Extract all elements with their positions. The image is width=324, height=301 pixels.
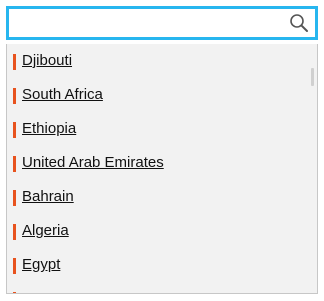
list-item-label[interactable]: Algeria	[22, 222, 69, 239]
item-marker	[13, 190, 16, 206]
item-marker	[13, 224, 16, 240]
item-marker	[13, 54, 16, 70]
list-item-label[interactable]: Egypt	[22, 256, 60, 273]
item-marker	[13, 122, 16, 138]
list-item[interactable]: Djibouti	[13, 50, 303, 74]
item-marker	[13, 156, 16, 172]
item-marker	[13, 88, 16, 104]
list-item[interactable]	[13, 288, 303, 293]
item-marker	[13, 292, 16, 293]
item-marker	[13, 258, 16, 274]
list-item[interactable]: Egypt	[13, 254, 303, 278]
list-item[interactable]: United Arab Emirates	[13, 152, 303, 176]
list-item[interactable]: Ethiopia	[13, 118, 303, 142]
search-icon[interactable]	[289, 13, 309, 33]
list-item[interactable]: Bahrain	[13, 186, 303, 210]
list-item[interactable]: South Africa	[13, 84, 303, 108]
autocomplete-widget: Djibouti South Africa Ethiopia United Ar…	[6, 6, 318, 295]
scrollbar-thumb[interactable]	[311, 68, 314, 86]
list-item-label[interactable]: Ethiopia	[22, 120, 76, 137]
suggestion-list[interactable]: Djibouti South Africa Ethiopia United Ar…	[6, 44, 318, 294]
list-item-label[interactable]: South Africa	[22, 86, 103, 103]
list-item-label[interactable]: United Arab Emirates	[22, 154, 164, 171]
list-item-label[interactable]: Bahrain	[22, 188, 74, 205]
list-item-label[interactable]: Djibouti	[22, 52, 72, 69]
list-item[interactable]: Algeria	[13, 220, 303, 244]
search-input[interactable]	[13, 12, 285, 34]
search-box[interactable]	[6, 6, 318, 40]
